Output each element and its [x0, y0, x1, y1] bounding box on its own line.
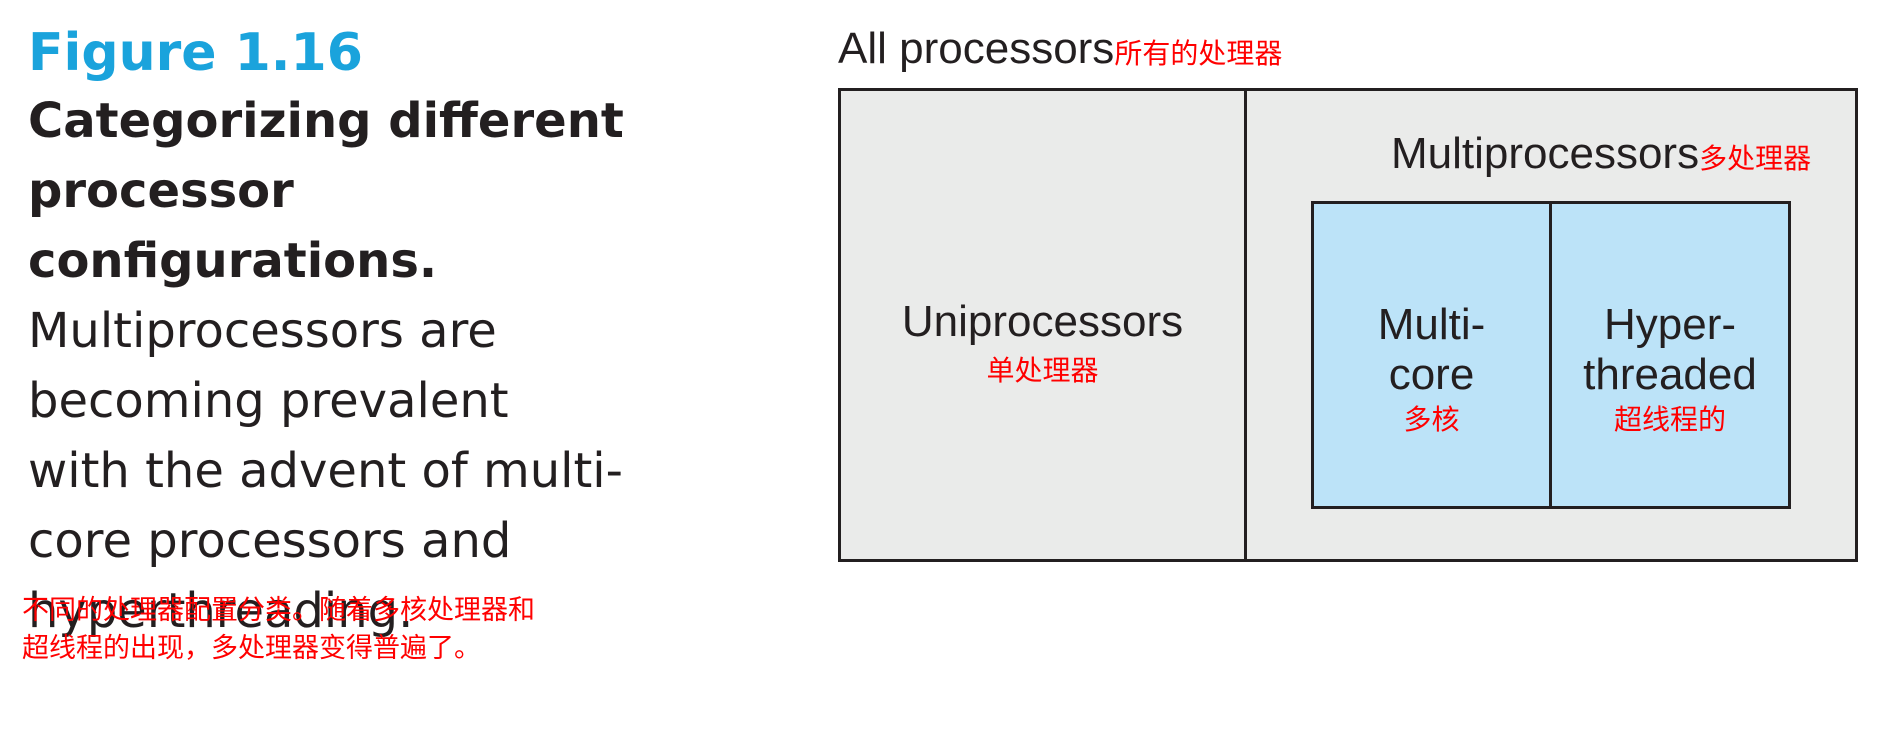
- figure-body-line: becoming prevalent: [28, 373, 509, 429]
- processor-categories-diagram: All processors所有的处理器 Uniprocessors 单处理器 …: [838, 0, 1868, 740]
- multiprocessors-label: Multiprocessors多处理器: [1391, 129, 1811, 179]
- translation-line: 不同的处理器配置分类。随着多核处理器和: [22, 595, 535, 626]
- hyperthreaded-label-zh: 超线程的: [1613, 403, 1726, 436]
- figure-body-line: core processors and: [28, 513, 512, 569]
- figure-title-line: Categorizing different: [28, 93, 624, 149]
- hyperthreaded-label-line: threaded: [1583, 350, 1757, 399]
- all-processors-label: All processors所有的处理器: [838, 24, 1282, 74]
- multicore-region: Multi- core 多核: [1314, 300, 1549, 440]
- figure-body-line: with the advent of multi-: [28, 443, 623, 499]
- multicore-label-line: Multi-: [1377, 300, 1486, 349]
- multiprocessors-box: Multi- core 多核 Hyper- threaded 超线程的: [1311, 201, 1791, 509]
- uniprocessors-label-zh: 单处理器: [986, 354, 1099, 387]
- figure-number: Figure 1.16: [28, 23, 363, 83]
- uni-multi-divider: [1244, 91, 1247, 559]
- all-processors-box: Uniprocessors 单处理器 Multiprocessors多处理器 M…: [838, 88, 1858, 562]
- uniprocessors-region: Uniprocessors 单处理器: [841, 297, 1244, 389]
- hyperthreaded-region: Hyper- threaded 超线程的: [1552, 300, 1788, 440]
- multiprocessors-label-en: Multiprocessors: [1391, 129, 1700, 178]
- multiprocessors-label-zh: 多处理器: [1699, 142, 1812, 175]
- hyperthreaded-label-line: Hyper-: [1603, 300, 1737, 349]
- uniprocessors-label: Uniprocessors: [901, 297, 1184, 346]
- all-processors-label-zh: 所有的处理器: [1114, 37, 1283, 70]
- figure-caption: Figure 1.16 Categorizing different proce…: [28, 20, 728, 646]
- figure-body-line: Multiprocessors are: [28, 303, 497, 359]
- translation-line: 超线程的出现，多处理器变得普遍了。: [22, 633, 481, 664]
- all-processors-label-en: All processors: [838, 24, 1115, 73]
- multicore-label-line: core: [1388, 350, 1475, 399]
- multicore-label-zh: 多核: [1403, 403, 1460, 436]
- caption-translation: 不同的处理器配置分类。随着多核处理器和 超线程的出现，多处理器变得普遍了。: [22, 592, 642, 668]
- figure-title-line: processor configurations.: [28, 163, 438, 289]
- figure-title: Categorizing different processor configu…: [28, 86, 708, 296]
